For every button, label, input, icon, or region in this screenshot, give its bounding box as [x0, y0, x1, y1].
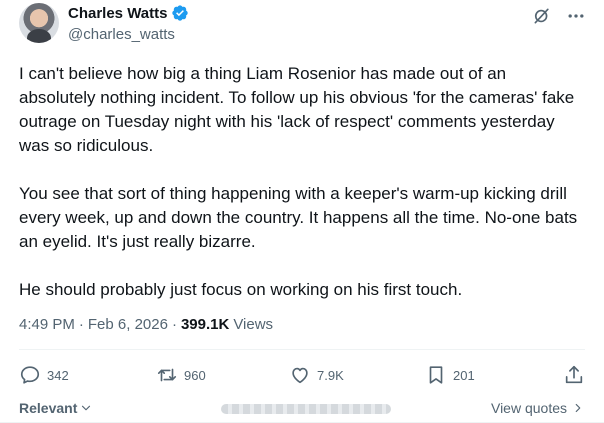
bookmark-button[interactable]: 201 — [425, 364, 475, 386]
share-button[interactable] — [563, 364, 585, 386]
reply-icon — [20, 366, 40, 384]
repost-button[interactable]: 960 — [156, 364, 206, 386]
tweet-card: Charles Watts @charles_watts I can't bel… — [0, 0, 604, 423]
meta-separator: · — [78, 316, 84, 333]
share-icon — [565, 365, 583, 384]
verified-badge-icon — [171, 4, 189, 22]
author-name-row: Charles Watts — [68, 4, 189, 22]
avatar[interactable] — [19, 3, 59, 43]
view-quotes-link[interactable]: View quotes — [491, 400, 585, 416]
author-display-name[interactable]: Charles Watts — [68, 5, 167, 22]
replies-footer: Relevant View quotes — [19, 400, 585, 420]
view-quotes-label: View quotes — [490, 400, 567, 416]
author-handle[interactable]: @charles_watts — [68, 26, 175, 43]
tweet-date[interactable]: Feb 6, 2026 — [88, 316, 168, 333]
bookmark-icon — [429, 366, 443, 384]
reply-button[interactable]: 342 — [19, 364, 69, 386]
grok-icon[interactable] — [532, 6, 552, 26]
divider — [19, 349, 585, 350]
sort-replies-dropdown[interactable]: Relevant — [19, 400, 93, 416]
heart-icon — [292, 367, 308, 384]
tweet-paragraph: I can't believe how big a thing Liam Ros… — [19, 64, 575, 155]
tweet-top-actions — [532, 6, 586, 26]
tweet-paragraph: He should probably just focus on working… — [19, 280, 463, 299]
views-count: 399.1K — [180, 316, 230, 333]
tweet-time[interactable]: 4:49 PM — [19, 316, 75, 333]
repost-icon — [157, 368, 177, 382]
views-label: Views — [233, 316, 274, 333]
repost-count: 960 — [184, 367, 206, 383]
meta-separator: · — [171, 316, 177, 333]
bookmark-count: 201 — [453, 367, 475, 383]
reply-count: 342 — [47, 367, 69, 383]
blurred-content — [221, 404, 391, 414]
chevron-right-icon — [575, 403, 581, 413]
tweet-paragraph: You see that sort of thing happening wit… — [19, 184, 578, 251]
sort-label: Relevant — [19, 400, 78, 416]
more-options-icon[interactable] — [566, 6, 586, 26]
tweet-meta: 4:49 PM · Feb 6, 2026 · 399.1K Views — [19, 316, 273, 333]
tweet-actions: 342 960 7.9K 201 — [19, 364, 585, 394]
chevron-down-icon — [82, 405, 91, 411]
tweet-text: I can't believe how big a thing Liam Ros… — [19, 62, 587, 326]
like-count: 7.9K — [317, 367, 344, 383]
like-button[interactable]: 7.9K — [289, 364, 344, 386]
